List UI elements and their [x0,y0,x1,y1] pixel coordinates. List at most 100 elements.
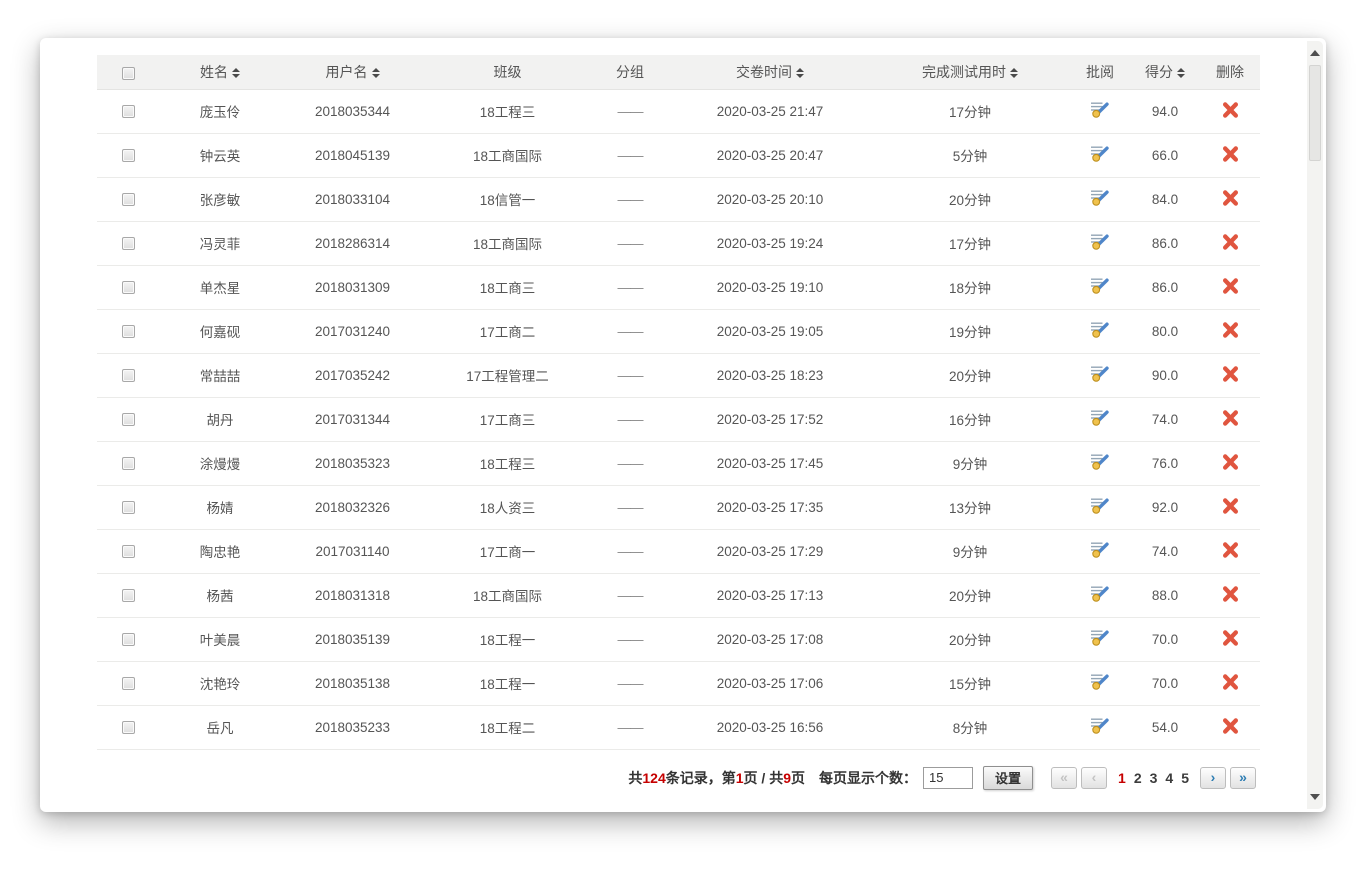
delete-icon[interactable] [1222,410,1239,426]
delete-icon[interactable] [1222,366,1239,382]
row-checkbox[interactable] [122,633,135,646]
delete-icon[interactable] [1222,454,1239,470]
submit-time: 2020-03-25 17:13 [670,573,870,617]
delete-icon[interactable] [1222,718,1239,734]
settings-button[interactable]: 设置 [983,766,1033,790]
review-icon[interactable] [1090,585,1110,602]
delete-icon[interactable] [1222,542,1239,558]
table-row: 何嘉砚 2017031240 17工商二 —— 2020-03-25 19:05… [97,309,1260,353]
column-label: 用户名 [326,64,368,80]
row-checkbox[interactable] [122,501,135,514]
test-duration: 15分钟 [870,661,1070,705]
row-checkbox[interactable] [122,325,135,338]
prev-page-button[interactable]: ‹ [1081,767,1107,789]
submit-time: 2020-03-25 21:47 [670,89,870,133]
delete-icon[interactable] [1222,190,1239,206]
submit-time: 2020-03-25 17:08 [670,617,870,661]
column-header-group: 分组 [590,55,670,89]
review-icon[interactable] [1090,409,1110,426]
column-header-name[interactable]: 姓名 [160,55,280,89]
sort-icon[interactable] [232,68,240,78]
row-checkbox[interactable] [122,369,135,382]
row-checkbox[interactable] [122,193,135,206]
sort-icon[interactable] [796,68,804,78]
row-checkbox[interactable] [122,105,135,118]
row-checkbox[interactable] [122,457,135,470]
row-checkbox[interactable] [122,589,135,602]
score-value: 86.0 [1130,265,1200,309]
review-icon[interactable] [1090,629,1110,646]
scroll-down-arrow-icon[interactable] [1310,794,1320,800]
total-records-count: 124 [642,770,665,786]
delete-icon[interactable] [1222,102,1239,118]
table-row: 钟云英 2018045139 18工商国际 —— 2020-03-25 20:4… [97,133,1260,177]
student-name: 涂熳熳 [160,441,280,485]
page-number-5[interactable]: 5 [1181,770,1189,786]
table-row: 常喆喆 2017035242 17工程管理二 —— 2020-03-25 18:… [97,353,1260,397]
score-value: 66.0 [1130,133,1200,177]
row-checkbox[interactable] [122,281,135,294]
sort-icon[interactable] [1010,68,1018,78]
delete-icon[interactable] [1222,234,1239,250]
row-checkbox[interactable] [122,677,135,690]
review-icon[interactable] [1090,189,1110,206]
student-name: 陶忠艳 [160,529,280,573]
review-icon[interactable] [1090,541,1110,558]
delete-icon[interactable] [1222,586,1239,602]
row-checkbox[interactable] [122,149,135,162]
review-icon[interactable] [1090,101,1110,118]
select-all-checkbox[interactable] [122,67,135,80]
review-icon[interactable] [1090,233,1110,250]
sort-icon[interactable] [372,68,380,78]
first-page-button[interactable]: « [1051,767,1077,789]
table-row: 冯灵菲 2018286314 18工商国际 —— 2020-03-25 19:2… [97,221,1260,265]
scrollbar-thumb[interactable] [1309,65,1321,161]
results-table-wrap: 姓名 用户名 班级 分组 交卷时间 完成测试用时 [97,55,1260,790]
student-group: —— [590,89,670,133]
delete-icon[interactable] [1222,322,1239,338]
student-username: 2017031140 [280,529,425,573]
student-username: 2018035233 [280,705,425,749]
column-header-score[interactable]: 得分 [1130,55,1200,89]
scroll-up-arrow-icon[interactable] [1310,50,1320,56]
student-group: —— [590,705,670,749]
delete-icon[interactable] [1222,146,1239,162]
column-label: 完成测试用时 [922,64,1006,80]
row-checkbox[interactable] [122,545,135,558]
score-value: 54.0 [1130,705,1200,749]
page-number-2[interactable]: 2 [1134,770,1142,786]
page-size-input[interactable] [923,767,973,789]
review-icon[interactable] [1090,497,1110,514]
column-header-duration[interactable]: 完成测试用时 [870,55,1070,89]
records-summary: 共124条记录，第1页 / 共9页 [628,768,805,788]
vertical-scrollbar[interactable] [1307,41,1323,809]
last-page-button[interactable]: » [1230,767,1256,789]
delete-icon[interactable] [1222,278,1239,294]
sort-icon[interactable] [1177,68,1185,78]
column-label: 得分 [1145,64,1173,80]
page-number-4[interactable]: 4 [1165,770,1173,786]
review-icon[interactable] [1090,277,1110,294]
column-header-submit-time[interactable]: 交卷时间 [670,55,870,89]
student-username: 2017035242 [280,353,425,397]
review-icon[interactable] [1090,321,1110,338]
row-checkbox[interactable] [122,237,135,250]
review-icon[interactable] [1090,453,1110,470]
next-page-button[interactable]: › [1200,767,1226,789]
page-number-3[interactable]: 3 [1150,770,1158,786]
delete-icon[interactable] [1222,630,1239,646]
pager: « ‹ 12345 › » [1049,767,1258,789]
review-icon[interactable] [1090,365,1110,382]
review-icon[interactable] [1090,673,1110,690]
review-icon[interactable] [1090,145,1110,162]
student-username: 2018035138 [280,661,425,705]
student-username: 2018286314 [280,221,425,265]
delete-icon[interactable] [1222,674,1239,690]
review-icon[interactable] [1090,717,1110,734]
delete-icon[interactable] [1222,498,1239,514]
column-header-class: 班级 [425,55,590,89]
page-number-1[interactable]: 1 [1118,770,1126,786]
row-checkbox[interactable] [122,413,135,426]
row-checkbox[interactable] [122,721,135,734]
column-header-username[interactable]: 用户名 [280,55,425,89]
